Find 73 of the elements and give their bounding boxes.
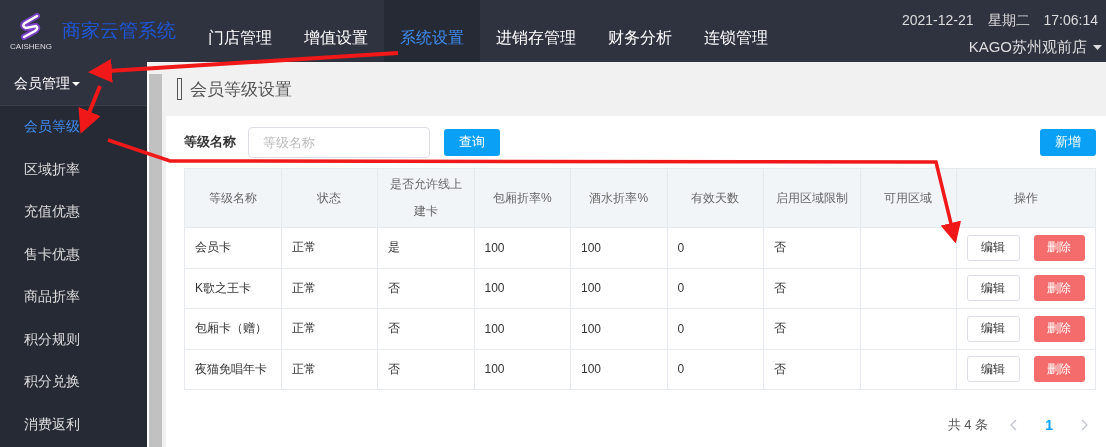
table-cell: 100 <box>474 349 571 390</box>
scrollbar[interactable] <box>147 62 162 447</box>
column-header: 有效天数 <box>667 168 764 228</box>
nav-tab[interactable]: 增值设置 <box>288 0 384 62</box>
table-cell: 100 <box>570 349 667 390</box>
table-cell: 100 <box>474 268 571 309</box>
table-cell: 100 <box>570 268 667 309</box>
column-header: 可用区域 <box>860 168 957 228</box>
column-header: 包厢折率% <box>474 168 571 228</box>
caret-icon[interactable] <box>1093 45 1102 50</box>
caret-icon[interactable] <box>72 81 80 86</box>
table-cell: 100 <box>474 227 571 268</box>
table-cell: 正常 <box>281 268 378 309</box>
table-cell: 否 <box>763 308 860 349</box>
sidebar-item[interactable]: 积分规则 <box>0 318 147 361</box>
next-page-icon[interactable] <box>1081 419 1088 431</box>
nav-tab[interactable]: 财务分析 <box>592 0 688 62</box>
table-cell: 正常 <box>281 308 378 349</box>
table-cell: 会员卡 <box>184 227 281 268</box>
table-cell: 否 <box>763 349 860 390</box>
menu-group-title[interactable]: 会员管理 <box>14 74 70 93</box>
table-cell: 100 <box>474 308 571 349</box>
search-field[interactable]: 等级名称 <box>248 126 430 158</box>
table-cell: 是 <box>377 227 474 268</box>
date-text: 2021-12-21 <box>901 12 974 30</box>
edit-button[interactable]: 编辑 <box>967 315 1020 342</box>
annotation-arrow <box>78 85 102 134</box>
title-bar-icon <box>177 78 182 100</box>
app-title: 商家云管系统 <box>62 19 176 43</box>
weekday-text: 星期二 <box>987 12 1030 30</box>
edit-button[interactable]: 编辑 <box>967 356 1020 383</box>
total-count: 共 4 条 <box>947 416 989 434</box>
edit-button[interactable]: 编辑 <box>967 275 1020 302</box>
table-cell: 0 <box>667 227 764 268</box>
table-cell: 否 <box>377 349 474 390</box>
table-cell: 0 <box>667 268 764 309</box>
table-cell: 否 <box>377 308 474 349</box>
column-header: 酒水折率% <box>570 168 667 228</box>
table-cell: 正常 <box>281 349 378 390</box>
nav-tab[interactable]: 门店管理 <box>192 0 288 62</box>
nav-tab[interactable]: 系统设置 <box>384 0 480 62</box>
column-header: 操作 <box>956 168 1096 228</box>
column-header: 状态 <box>281 168 378 228</box>
table-cell: 100 <box>570 308 667 349</box>
table-cell: 0 <box>667 308 764 349</box>
prev-page-icon[interactable] <box>1010 419 1018 431</box>
table-cell: 否 <box>377 268 474 309</box>
logo-text: CAISHENG <box>10 41 52 51</box>
time-text: 17:06:14 <box>1043 12 1098 30</box>
table-cell: 正常 <box>281 227 378 268</box>
sidebar-item[interactable]: 充值优惠 <box>0 191 147 234</box>
column-header: 等级名称 <box>184 168 281 228</box>
sidebar-item[interactable]: 会员等级 <box>0 106 147 149</box>
column-header: 启用区域限制 <box>763 168 860 228</box>
table-cell: 100 <box>570 227 667 268</box>
table-cell: K歌之王卡 <box>184 268 281 309</box>
table-cell: 否 <box>763 268 860 309</box>
sidebar-item[interactable]: 区域折率 <box>0 148 147 191</box>
table-cell: 0 <box>667 349 764 390</box>
store-name[interactable]: KAGO苏州观前店 <box>968 38 1087 57</box>
edit-button[interactable]: 编辑 <box>967 234 1020 261</box>
column-header: 是否允许线上建卡 <box>377 168 474 228</box>
table-cell: 否 <box>763 227 860 268</box>
page-title: 会员等级设置 <box>190 78 292 101</box>
nav-tab[interactable]: 进销存管理 <box>480 0 592 62</box>
search-label: 等级名称 <box>184 133 236 151</box>
nav-tab[interactable]: 连锁管理 <box>688 0 784 62</box>
table-cell: 包厢卡（赠） <box>184 308 281 349</box>
sidebar-item[interactable]: 商品折率 <box>0 276 147 319</box>
sidebar-item[interactable]: 消费返利 <box>0 403 147 446</box>
sidebar-item[interactable]: 售卡优惠 <box>0 233 147 276</box>
sidebar-item[interactable]: 积分兑换 <box>0 361 147 404</box>
table-cell: 夜猫免唱年卡 <box>184 349 281 390</box>
